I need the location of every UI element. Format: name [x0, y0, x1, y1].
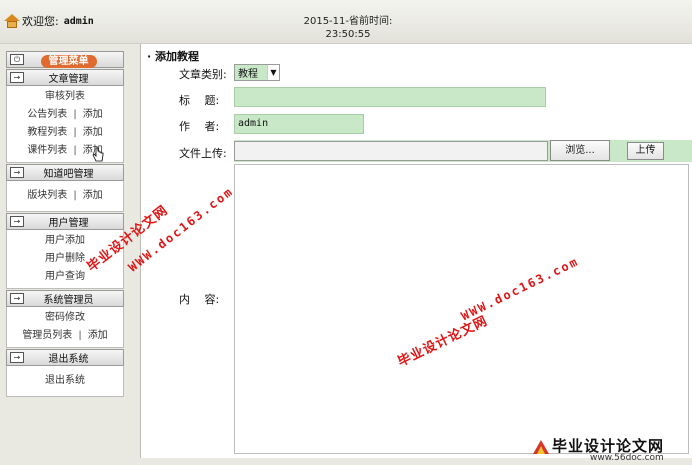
expand-arrow-icon: → — [10, 72, 24, 83]
welcome-username: admin — [63, 15, 94, 27]
menu-row: 退出系统 — [7, 372, 123, 390]
time-line-2: 23:50:55 — [325, 29, 371, 40]
menu-title: 管理菜单 — [40, 55, 97, 68]
welcome-area: 欢迎您: admin — [4, 13, 94, 29]
menu-group-body: 版块列表 | 添加 — [6, 181, 124, 212]
title-input[interactable] — [234, 87, 546, 107]
hand-cursor-icon — [92, 147, 104, 162]
menu-link[interactable]: 审核列表 — [45, 91, 85, 102]
dropdown-arrow-icon: ▼ — [267, 65, 279, 80]
menu-link-add[interactable]: 添加 — [83, 109, 103, 120]
menu-link[interactable]: 用户查询 — [45, 271, 85, 282]
panel-title: · 添加教程 — [147, 50, 200, 63]
current-time: 2015-11-省前时间: 23:50:55 — [288, 15, 408, 41]
menu-group-zhidao[interactable]: → 知道吧管理 — [6, 164, 124, 181]
sidebar-menu: ⏻ 管理菜单 → 文章管理 审核列表 公告列表 | 添加 教程列表 | 添加 课件列表 |… — [6, 50, 124, 397]
menu-row: 公告列表 | 添加 — [7, 106, 123, 124]
home-icon — [4, 14, 20, 28]
menu-link-add[interactable]: 添加 — [83, 127, 103, 138]
menu-separator: | — [73, 190, 77, 201]
menu-row: 密码修改 — [7, 309, 123, 327]
author-label: 作 者: — [179, 120, 220, 133]
menu-title-bar: ⏻ 管理菜单 — [6, 51, 124, 68]
content-label: 内 容: — [179, 293, 220, 306]
menu-row: 教程列表 | 添加 — [7, 124, 123, 142]
menu-link-add[interactable]: 添加 — [88, 330, 108, 341]
site-logo: 毕业设计论文网 www.56doc.com — [528, 434, 692, 465]
menu-row: 审核列表 — [7, 88, 123, 106]
upload-label: 文件上传: — [179, 147, 227, 160]
menu-group-body: 密码修改 管理员列表 | 添加 — [6, 307, 124, 348]
menu-link[interactable]: 版块列表 — [27, 190, 67, 201]
menu-group-admin[interactable]: → 系统管理员 — [6, 290, 124, 307]
upload-row: 浏览... 上传 — [234, 140, 692, 162]
category-label: 文章类别: — [179, 68, 227, 81]
browse-button[interactable]: 浏览... — [550, 140, 610, 161]
menu-link[interactable]: 用户删除 — [45, 253, 85, 264]
menu-link[interactable]: 管理员列表 — [22, 330, 72, 341]
file-path-input[interactable] — [234, 141, 548, 161]
menu-link[interactable]: 用户添加 — [45, 235, 85, 246]
menu-row: 课件列表 | 添加 — [7, 142, 123, 160]
menu-link[interactable]: 教程列表 — [27, 127, 67, 138]
main-content-panel: · 添加教程 文章类别: 教程 ▼ 标 题: 作 者: admin 文件上传: … — [140, 44, 692, 458]
time-line-1: 2015-11-省前时间: — [303, 16, 393, 27]
menu-link-add[interactable]: 添加 — [83, 190, 103, 201]
menu-group-logout[interactable]: → 退出系统 — [6, 349, 124, 366]
expand-arrow-icon: → — [10, 352, 24, 363]
power-icon: ⏻ — [10, 54, 24, 65]
menu-row: 用户查询 — [7, 268, 123, 286]
menu-link[interactable]: 密码修改 — [45, 312, 85, 323]
upload-button[interactable]: 上传 — [627, 142, 664, 160]
menu-group-label: 知道吧管理 — [43, 169, 94, 180]
menu-row: 版块列表 | 添加 — [7, 187, 123, 205]
menu-separator: | — [73, 145, 77, 156]
menu-group-user[interactable]: → 用户管理 — [6, 213, 124, 230]
menu-group-body: 审核列表 公告列表 | 添加 教程列表 | 添加 课件列表 | 添加 — [6, 86, 124, 163]
expand-arrow-icon: → — [10, 216, 24, 227]
menu-separator: | — [73, 109, 77, 120]
menu-link[interactable]: 公告列表 — [27, 109, 67, 120]
menu-group-body: 退出系统 — [6, 366, 124, 397]
menu-separator: | — [73, 127, 77, 138]
menu-row: 管理员列表 | 添加 — [7, 327, 123, 345]
logo-url: www.56doc.com — [590, 453, 664, 463]
expand-arrow-icon: → — [10, 167, 24, 178]
title-label: 标 题: — [179, 94, 220, 107]
menu-separator: | — [78, 330, 82, 341]
logo-mark-icon — [533, 440, 549, 454]
category-selected-value: 教程 — [238, 69, 258, 80]
menu-group-label: 系统管理员 — [43, 295, 94, 306]
menu-group-label: 用户管理 — [48, 218, 89, 229]
menu-group-label: 文章管理 — [48, 74, 89, 85]
author-input[interactable]: admin — [234, 114, 364, 134]
menu-link-logout[interactable]: 退出系统 — [45, 375, 85, 386]
welcome-label: 欢迎您: — [22, 15, 59, 28]
menu-group-label: 退出系统 — [48, 354, 89, 365]
menu-link[interactable]: 课件列表 — [27, 145, 67, 156]
expand-arrow-icon: → — [10, 293, 24, 304]
top-header: 欢迎您: admin 2015-11-省前时间: 23:50:55 — [0, 0, 692, 44]
menu-group-article[interactable]: → 文章管理 — [6, 69, 124, 86]
category-select[interactable]: 教程 ▼ — [234, 64, 280, 81]
